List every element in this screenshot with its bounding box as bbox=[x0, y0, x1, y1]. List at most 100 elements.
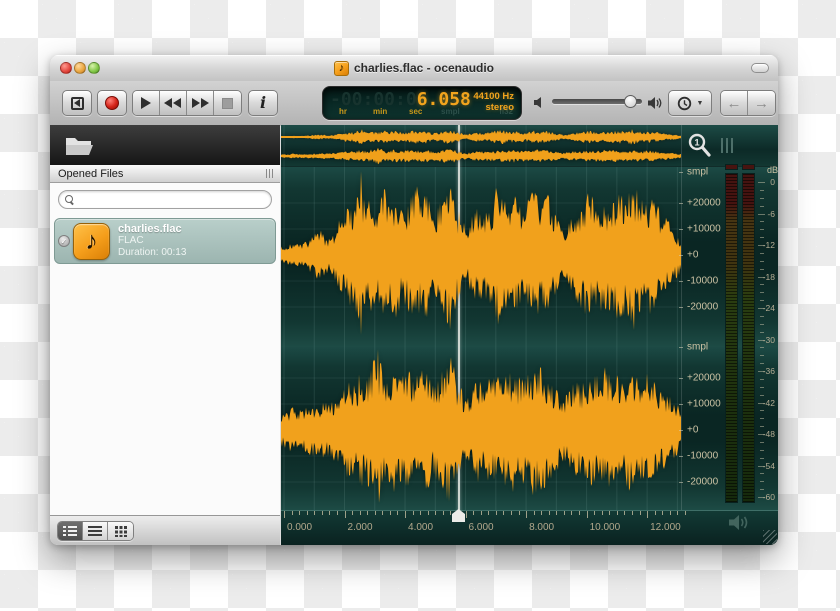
play-icon bbox=[141, 97, 151, 109]
back-button[interactable]: ← bbox=[721, 91, 748, 115]
window-content: Opened Files ✓ ♪ charlies.flac FLAC bbox=[50, 125, 778, 545]
opened-files-title: Opened Files bbox=[58, 168, 266, 180]
ruler-tick bbox=[345, 511, 346, 518]
toolbar-toggle-button[interactable] bbox=[751, 63, 769, 73]
check-glyph: ✓ bbox=[61, 237, 68, 246]
ruler-tick bbox=[292, 511, 293, 515]
db-tick bbox=[760, 418, 764, 419]
db-tick bbox=[760, 253, 764, 254]
fast-forward-button[interactable] bbox=[187, 91, 214, 115]
db-tick bbox=[760, 284, 764, 285]
view-detail-button[interactable] bbox=[58, 522, 83, 540]
db-label: -30 bbox=[753, 335, 775, 345]
clip-indicator-right bbox=[742, 164, 755, 170]
db-tick bbox=[760, 300, 764, 301]
monitor-speaker-icon[interactable] bbox=[727, 513, 751, 537]
ruler-tick bbox=[322, 511, 323, 515]
ruler-tick bbox=[375, 511, 376, 515]
volume-slider[interactable] bbox=[552, 99, 642, 104]
ruler-tick bbox=[624, 511, 625, 515]
info-icon: i bbox=[260, 95, 266, 111]
rewind-icon bbox=[164, 98, 182, 108]
ruler-tick bbox=[390, 511, 391, 515]
amplitude-label: +20000 bbox=[687, 198, 721, 209]
minimize-button[interactable] bbox=[74, 62, 86, 74]
amplitude-label: -20000 bbox=[687, 477, 718, 488]
db-tick bbox=[760, 269, 764, 270]
play-button[interactable] bbox=[133, 91, 160, 115]
stop-button[interactable] bbox=[214, 91, 241, 115]
db-tick bbox=[760, 473, 764, 474]
view-list-button[interactable] bbox=[83, 522, 108, 540]
ruler-tick bbox=[571, 511, 572, 515]
time-display[interactable]: -00:00:06.058 hr min sec smpl fl32 44100… bbox=[322, 86, 522, 120]
resize-grip[interactable] bbox=[763, 530, 777, 544]
file-meta: charlies.flac FLAC Duration: 00:13 bbox=[118, 223, 186, 259]
volume-knob[interactable] bbox=[624, 95, 637, 108]
ruler-tick bbox=[367, 511, 368, 515]
time-format-button[interactable]: ▼ bbox=[668, 90, 712, 116]
ruler-tick bbox=[352, 511, 353, 515]
view-grid-button[interactable] bbox=[108, 522, 133, 540]
db-tick bbox=[760, 237, 764, 238]
ruler-tick bbox=[526, 511, 527, 518]
waveform-canvas[interactable] bbox=[281, 167, 681, 510]
search-input[interactable] bbox=[79, 192, 263, 207]
audio-info: 44100 Hz stereo bbox=[473, 91, 514, 113]
close-button[interactable] bbox=[60, 62, 72, 74]
title-bar[interactable]: ♪ charlies.flac - ocenaudio bbox=[50, 55, 778, 82]
ruler-tick bbox=[594, 511, 595, 515]
forward-button[interactable]: → bbox=[748, 91, 775, 115]
waveform-panel[interactable]: 0.0002.0004.0006.0008.00010.00012.000 1 … bbox=[280, 125, 778, 545]
db-tick bbox=[760, 442, 764, 443]
time-label: 12.000 bbox=[650, 522, 681, 533]
dropdown-arrow-icon: ▼ bbox=[697, 100, 704, 107]
panel-grip[interactable] bbox=[266, 169, 273, 178]
db-tick bbox=[760, 426, 764, 427]
file-check-icon[interactable]: ✓ bbox=[58, 235, 70, 247]
amplitude-label: +20000 bbox=[687, 373, 721, 384]
ruler-tick bbox=[360, 511, 361, 515]
unit-min: min bbox=[373, 107, 387, 116]
folder-icon[interactable] bbox=[64, 133, 94, 157]
record-button[interactable] bbox=[97, 90, 127, 116]
grid-view-icon bbox=[113, 525, 129, 537]
amp-dash bbox=[679, 255, 683, 256]
go-to-start-button[interactable] bbox=[62, 90, 92, 116]
note-glyph: ♪ bbox=[85, 229, 98, 254]
search-box[interactable] bbox=[58, 190, 272, 209]
app-window: ♪ charlies.flac - ocenaudio i -00 bbox=[50, 55, 778, 545]
sidebar: Opened Files ✓ ♪ charlies.flac FLAC bbox=[50, 125, 280, 545]
ruler-tick bbox=[420, 511, 421, 515]
rewind-button[interactable] bbox=[160, 91, 187, 115]
search-icon bbox=[65, 195, 74, 204]
overview-waveform[interactable] bbox=[281, 125, 681, 167]
stop-icon bbox=[222, 98, 233, 109]
db-tick bbox=[760, 355, 764, 356]
db-tick bbox=[760, 221, 764, 222]
time-label: 0.000 bbox=[287, 522, 312, 533]
db-label: -48 bbox=[753, 429, 775, 439]
sample-unit-label: smpl bbox=[687, 342, 708, 353]
zoom-level-icon[interactable]: 1 bbox=[687, 132, 715, 162]
go-to-start-icon bbox=[71, 97, 84, 110]
db-label: -60 bbox=[753, 492, 775, 502]
amp-dash bbox=[679, 281, 683, 282]
meter-panel-grip[interactable] bbox=[721, 138, 733, 153]
opened-files-header[interactable]: Opened Files bbox=[50, 165, 280, 183]
info-button[interactable]: i bbox=[248, 90, 278, 116]
zoom-window-button[interactable] bbox=[88, 62, 100, 74]
clock-icon bbox=[677, 96, 692, 111]
db-tick bbox=[760, 458, 764, 459]
amplitude-label: -10000 bbox=[687, 451, 718, 462]
db-unit-label: dB bbox=[767, 165, 778, 175]
window-title-group: ♪ charlies.flac - ocenaudio bbox=[50, 55, 778, 81]
unit-sample-dim: smpl bbox=[441, 107, 460, 116]
db-tick bbox=[760, 198, 764, 199]
volume-min-icon bbox=[533, 96, 546, 114]
zoom-level-value: 1 bbox=[694, 137, 700, 148]
file-list-item[interactable]: ✓ ♪ charlies.flac FLAC Duration: 00:13 bbox=[54, 218, 276, 264]
ruler-tick bbox=[405, 511, 406, 518]
time-ruler[interactable]: 0.0002.0004.0006.0008.00010.00012.000 bbox=[281, 510, 778, 545]
clip-indicator-left bbox=[725, 164, 738, 170]
